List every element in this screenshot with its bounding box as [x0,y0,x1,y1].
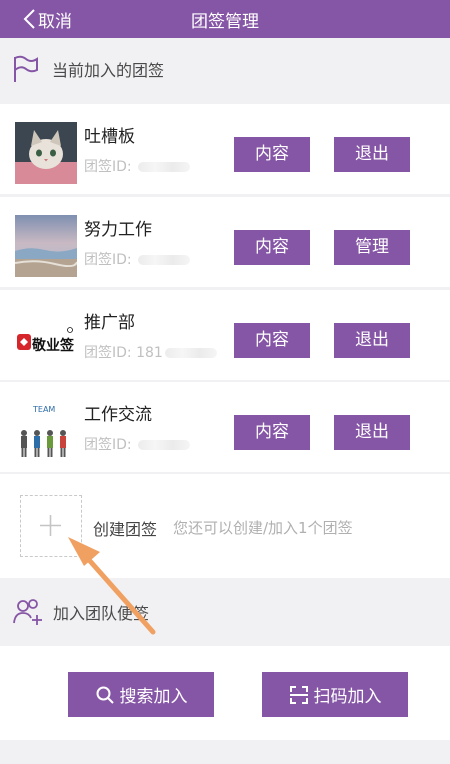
plus-icon [40,515,61,536]
logo-text: 敬业签 [31,337,75,354]
id-blur-mask [164,348,217,358]
add-people-icon [13,599,42,625]
id-blur-mask [138,162,191,172]
scan-join-label: 扫码加入 [313,687,382,707]
group-id: 团签ID: [84,249,191,269]
content-button[interactable]: 内容 [234,323,310,358]
section-header: 当前加入的团签 [0,38,450,100]
group-name: 工作交流 [84,405,152,425]
group-avatar-beach [15,215,77,277]
id-blur-mask [138,440,191,450]
group-avatar-cat [15,122,77,184]
manage-button[interactable]: 管理 [334,230,410,265]
group-id: 团签ID: 181 [84,342,217,362]
top-bar: 取消 团签管理 [0,0,450,38]
group-card: 吐槽板 团签ID: 内容 退出 [0,104,450,194]
content-button[interactable]: 内容 [234,415,310,450]
exit-button[interactable]: 退出 [334,323,410,358]
content-button[interactable]: 内容 [234,230,310,265]
group-name: 努力工作 [84,220,152,240]
search-join-label: 搜索加入 [119,687,188,707]
group-id: 团签ID: [84,434,191,454]
group-card: 敬业签 推广部 团签ID: 181 内容 退出 [0,290,450,380]
scan-join-button[interactable]: 扫码加入 [262,672,408,717]
join-team-note-label: 加入团队便签 [53,604,150,623]
group-card: 努力工作 团签ID: 内容 管理 [0,197,450,287]
create-group-area: 创建团签 您还可以创建/加入1个团签 [0,474,450,578]
group-name: 推广部 [84,313,135,333]
search-icon [96,686,114,704]
exit-button[interactable]: 退出 [334,415,410,450]
create-group-hint: 您还可以创建/加入1个团签 [173,519,353,537]
group-id: 团签ID: [84,156,191,176]
join-team-note-row[interactable]: 加入团队便签 [0,578,450,646]
group-id-value: 181 [136,345,163,361]
group-card: TEAM 工作交流 团签ID: 内容 退出 [0,382,450,472]
team-text: TEAM [32,405,55,414]
create-group-button[interactable] [20,495,82,557]
group-name: 吐槽板 [84,127,135,147]
page-title: 团签管理 [191,12,259,32]
group-avatar-teamwork: TEAM [15,400,77,462]
section-title: 当前加入的团签 [52,61,165,80]
group-id-prefix: 团签ID: [84,252,137,268]
search-join-button[interactable]: 搜索加入 [68,672,214,717]
exit-button[interactable]: 退出 [334,137,410,172]
bottom-actions: 搜索加入 扫码加入 [0,646,450,740]
id-blur-mask [138,255,191,265]
content-button[interactable]: 内容 [234,137,310,172]
group-id-prefix: 团签ID: [84,437,137,453]
flag-icon [14,55,38,82]
create-group-label[interactable]: 创建团签 [93,516,157,540]
scan-icon [289,685,308,704]
group-avatar-logo: 敬业签 [15,308,77,370]
group-id-prefix: 团签ID: [84,345,137,361]
group-id-prefix: 团签ID: [84,159,137,175]
